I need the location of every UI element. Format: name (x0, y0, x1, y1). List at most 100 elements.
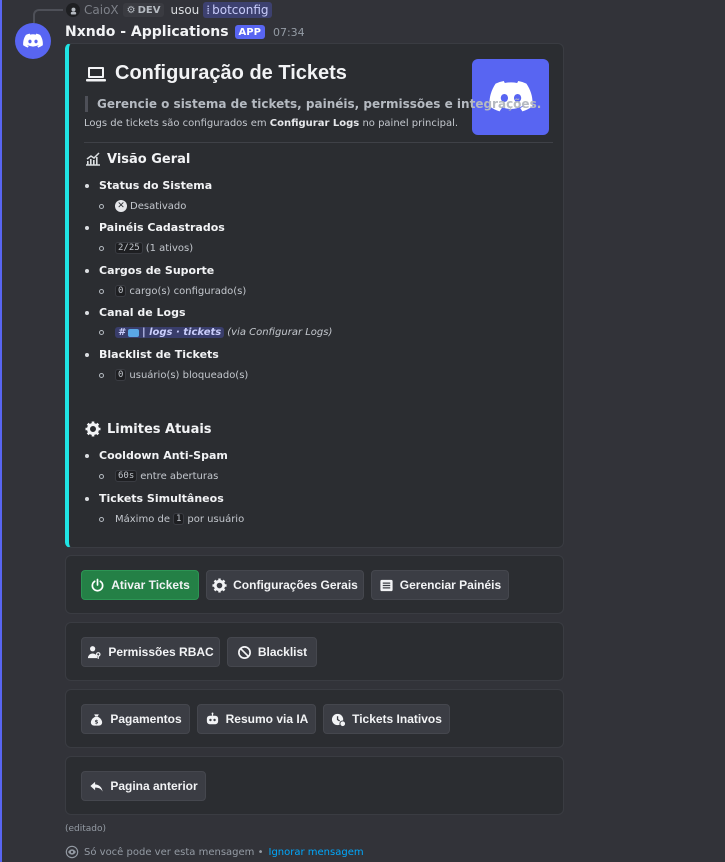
action-row-4: Pagina anterior (65, 756, 564, 815)
reply-username[interactable]: CaioX (84, 3, 119, 17)
cooldown-label: Cooldown Anti-Spam (85, 449, 228, 462)
clock-ticket-icon (332, 713, 347, 727)
laptop-icon (86, 66, 106, 81)
reply-avatar[interactable] (66, 3, 80, 17)
guild-tag-label: DEV (137, 4, 161, 16)
mention-highlight-bar (0, 0, 2, 862)
svg-text:$: $ (95, 719, 99, 725)
blacklist-label: Blacklist (257, 645, 308, 659)
status-value-item: ✕ Desativado (99, 200, 186, 212)
guild-tag: ⚙ DEV (122, 3, 165, 17)
money-bag-icon: $ (91, 713, 103, 725)
slash-icon: ⁞ (206, 3, 211, 17)
reply-reference[interactable]: CaioX ⚙ DEV usou ⁞ botconfig (66, 2, 272, 18)
activate-tickets-label: Ativar Tickets (111, 578, 190, 592)
manage-panels-label: Gerenciar Painéis (399, 578, 502, 592)
simultaneous-label: Tickets Simultâneos (85, 492, 224, 505)
simultaneous-code: 1 (173, 513, 185, 525)
reply-spine (33, 9, 63, 23)
logs-note-prefix: Logs de tickets são configurados em (84, 118, 267, 129)
logs-channel-mention[interactable]: # | logs · tickets (115, 327, 225, 338)
logs-channel-name: | logs · tickets (141, 327, 222, 338)
channel-emoji-icon (127, 328, 139, 337)
ephemeral-notice: Só você pode ver esta mensagem • Ignorar… (65, 845, 364, 859)
simultaneous-prefix: Máximo de (115, 513, 170, 525)
overview-heading: Visão Geral (85, 151, 190, 167)
ai-summary-button[interactable]: Resumo via IA (197, 704, 316, 734)
cooldown-code: 60s (115, 470, 138, 482)
logs-note: Logs de tickets são configurados em Conf… (84, 118, 458, 129)
blacklist-count-code: 0 (115, 369, 127, 381)
roles-count-code: 0 (115, 285, 127, 297)
slash-command-label: botconfig (212, 3, 269, 17)
message-timestamp[interactable]: 07:34 (273, 26, 305, 39)
divider (84, 142, 553, 143)
inactive-tickets-button[interactable]: Tickets Inativos (323, 704, 450, 734)
cooldown-value-item: 60s entre aberturas (99, 470, 218, 482)
rbac-permissions-button[interactable]: Permissões RBAC (81, 637, 220, 667)
blacklist-label: Blacklist de Tickets (85, 348, 219, 361)
action-row-3: $ Pagamentos Resumo via IA Tickets Inati… (65, 689, 564, 748)
block-icon (237, 645, 251, 659)
simultaneous-suffix: por usuário (187, 513, 245, 525)
x-circle-icon: ✕ (115, 200, 127, 212)
ephemeral-text: Só você pode ver esta mensagem • (84, 846, 264, 858)
logs-note-suffix: no painel principal. (362, 118, 459, 129)
edited-indicator: (editado) (65, 824, 107, 834)
app-badge: APP (234, 25, 265, 39)
tag-icon: ⚙ (126, 4, 136, 16)
ai-summary-label: Resumo via IA (225, 712, 309, 726)
reply-used-text: usou (170, 3, 200, 17)
logs-channel-item: # | logs · tickets (via Configurar Logs) (99, 327, 332, 338)
panels-value-item: 2/25 (1 ativos) (99, 242, 193, 254)
blacklist-button[interactable]: Blacklist (227, 637, 317, 667)
tickets-config-embed: Configuração de Tickets Gerencie o siste… (65, 43, 564, 548)
action-row-2: Permissões RBAC Blacklist (65, 622, 564, 681)
eye-icon (65, 845, 79, 859)
roles-label: Cargos de Suporte (85, 264, 214, 277)
logs-channel-label: Canal de Logs (85, 306, 186, 319)
embed-title: Configuração de Tickets (85, 62, 347, 85)
rbac-permissions-label: Permissões RBAC (108, 645, 214, 659)
payments-button[interactable]: $ Pagamentos (81, 704, 190, 734)
chart-trend-icon (86, 152, 100, 166)
limits-heading-text: Limites Atuais (107, 421, 212, 437)
status-value: Desativado (130, 200, 187, 212)
blacklist-text: usuário(s) bloqueado(s) (129, 369, 249, 381)
overview-heading-text: Visão Geral (107, 151, 191, 167)
inactive-tickets-label: Tickets Inativos (352, 712, 442, 726)
embed-description-quote: Gerencie o sistema de tickets, painéis, … (85, 96, 541, 112)
previous-page-label: Pagina anterior (110, 779, 198, 793)
panels-active-text: (1 ativos) (145, 242, 194, 254)
simultaneous-value-item: Máximo de 1 por usuário (99, 513, 244, 525)
slash-command-mention[interactable]: ⁞ botconfig (203, 2, 272, 18)
message-header: Nxndo - Applications APP 07:34 (65, 22, 305, 42)
gear-icon (85, 421, 101, 437)
roles-text: cargo(s) configurado(s) (129, 285, 247, 297)
dismiss-message-link[interactable]: Ignorar mensagem (269, 847, 364, 858)
reply-arrow-icon (90, 781, 103, 792)
bot-avatar[interactable] (15, 23, 51, 59)
discord-logo-icon (23, 33, 43, 48)
manage-panels-button[interactable]: Gerenciar Painéis (371, 570, 509, 600)
general-settings-label: Configurações Gerais (233, 578, 358, 592)
activate-tickets-button[interactable]: Ativar Tickets (81, 570, 199, 600)
power-icon (91, 578, 104, 592)
hash-icon: # (118, 327, 125, 338)
action-row-1: Ativar Tickets Configurações Gerais Gere… (65, 555, 564, 614)
gear-icon (212, 577, 227, 593)
embed-title-text: Configuração de Tickets (115, 62, 347, 84)
panels-label: Painéis Cadastrados (85, 221, 225, 234)
payments-label: Pagamentos (110, 712, 182, 726)
logs-channel-source: (via Configurar Logs) (227, 327, 333, 338)
panels-list-icon (380, 579, 393, 591)
robot-icon (206, 711, 218, 724)
previous-page-button[interactable]: Pagina anterior (81, 771, 206, 801)
logs-note-bold: Configurar Logs (269, 118, 360, 129)
blacklist-value-item: 0 usuário(s) bloqueado(s) (99, 369, 248, 381)
general-settings-button[interactable]: Configurações Gerais (206, 570, 364, 600)
limits-heading: Limites Atuais (85, 421, 212, 437)
status-label: Status do Sistema (85, 179, 212, 192)
bot-username[interactable]: Nxndo - Applications (65, 24, 229, 40)
cooldown-text: entre aberturas (140, 470, 219, 482)
